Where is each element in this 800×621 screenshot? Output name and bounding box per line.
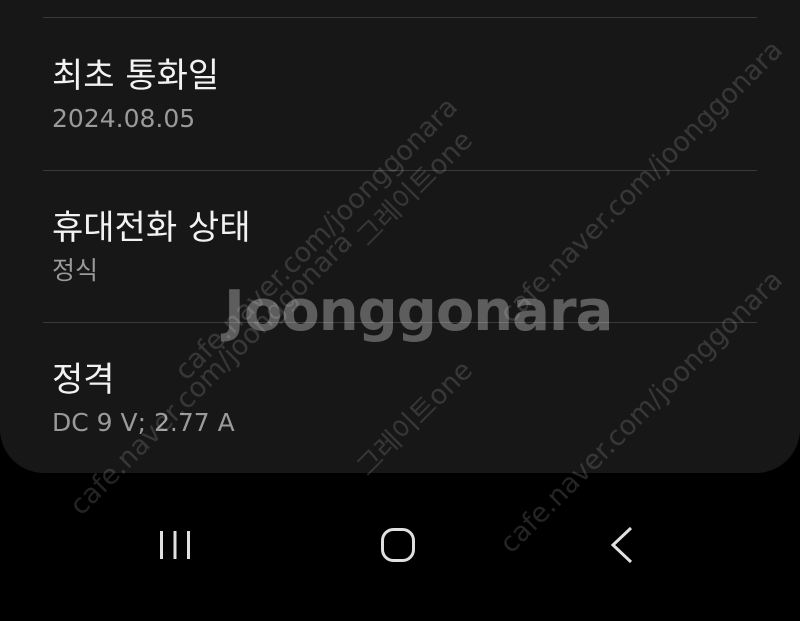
first-call-date-item: 최초 통화일 2024.08.05 bbox=[52, 56, 219, 134]
phone-status-title: 휴대전화 상태 bbox=[52, 208, 251, 248]
recent-apps-button[interactable] bbox=[145, 515, 205, 575]
rating-value: DC 9 V; 2.77 A bbox=[52, 408, 235, 437]
home-button[interactable] bbox=[368, 515, 428, 575]
divider bbox=[43, 17, 757, 18]
first-call-date-value: 2024.08.05 bbox=[52, 104, 196, 133]
phone-status-value: 정식 bbox=[52, 256, 99, 285]
phone-status-item: 휴대전화 상태 정식 bbox=[52, 208, 251, 286]
phone-screen: 최초 통화일 2024.08.05 휴대전화 상태 정식 정격 DC 9 V; … bbox=[0, 0, 800, 621]
navigation-bar bbox=[0, 473, 800, 621]
back-button[interactable] bbox=[592, 515, 652, 575]
back-icon bbox=[610, 526, 633, 564]
home-icon bbox=[381, 528, 415, 562]
rating-title: 정격 bbox=[52, 360, 115, 400]
divider bbox=[43, 170, 757, 171]
divider bbox=[43, 322, 757, 323]
rating-item: 정격 DC 9 V; 2.77 A bbox=[52, 360, 235, 438]
recent-apps-icon bbox=[160, 531, 190, 559]
first-call-date-title: 최초 통화일 bbox=[52, 56, 220, 96]
